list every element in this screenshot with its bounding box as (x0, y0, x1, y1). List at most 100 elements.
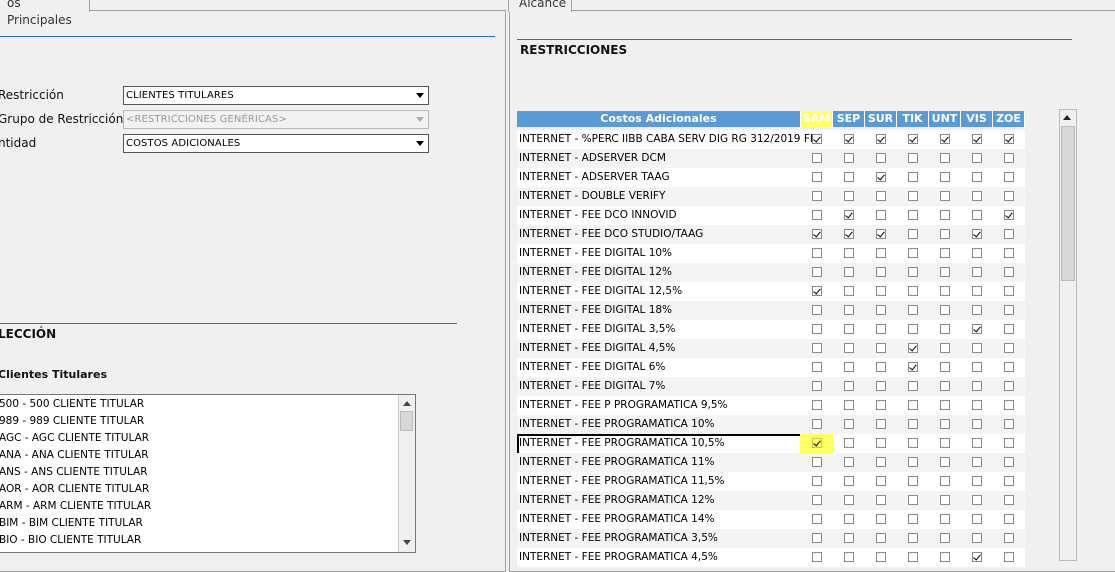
checkbox-tik[interactable] (908, 343, 918, 353)
checkbox-zoe[interactable] (1004, 172, 1014, 182)
checkbox-unt[interactable] (940, 381, 950, 391)
grid-header-costos[interactable]: Costos Adicionales (517, 111, 801, 127)
chevron-down-icon[interactable] (416, 141, 424, 146)
checkbox-sur[interactable] (876, 229, 886, 239)
grid-header-zoe[interactable]: ZOE (993, 111, 1025, 127)
tab-alcance[interactable]: Alcance (508, 0, 572, 12)
chevron-down-icon[interactable] (416, 117, 424, 122)
clientes-listbox[interactable]: 500 - 500 CLIENTE TITULAR 989 - 989 CLIEN… (0, 394, 416, 553)
scroll-up-icon[interactable] (1063, 115, 1071, 120)
checkbox-tik[interactable] (908, 229, 918, 239)
checkbox-vis[interactable] (972, 514, 982, 524)
checkbox-sur[interactable] (876, 419, 886, 429)
checkbox-vis[interactable] (972, 248, 982, 258)
checkbox-sep[interactable] (844, 400, 854, 410)
list-item[interactable]: ANS - ANS CLIENTE TITULAR (0, 464, 148, 481)
checkbox-zoe[interactable] (1004, 552, 1014, 562)
checkbox-sep[interactable] (844, 495, 854, 505)
checkbox-tik[interactable] (908, 457, 918, 467)
checkbox-sep[interactable] (844, 191, 854, 201)
checkbox-sam[interactable] (812, 248, 822, 258)
list-item[interactable]: 989 - 989 CLIENTE TITULAR (0, 413, 144, 430)
scroll-thumb[interactable] (1061, 126, 1075, 281)
checkbox-sam[interactable] (812, 324, 822, 334)
checkbox-sam[interactable] (812, 153, 822, 163)
checkbox-unt[interactable] (940, 400, 950, 410)
checkbox-sep[interactable] (844, 248, 854, 258)
table-row[interactable]: INTERNET - FEE DIGITAL 10% (517, 244, 1025, 263)
checkbox-sam[interactable] (812, 419, 822, 429)
checkbox-zoe[interactable] (1004, 400, 1014, 410)
checkbox-unt[interactable] (940, 476, 950, 486)
checkbox-vis[interactable] (972, 229, 982, 239)
checkbox-zoe[interactable] (1004, 324, 1014, 334)
checkbox-sam[interactable] (812, 438, 822, 448)
chevron-down-icon[interactable] (416, 93, 424, 98)
checkbox-tik[interactable] (908, 381, 918, 391)
checkbox-tik[interactable] (908, 248, 918, 258)
grid-header-sam[interactable]: SAM (801, 111, 833, 127)
list-item[interactable]: AOR - AOR CLIENTE TITULAR (0, 481, 149, 498)
checkbox-vis[interactable] (972, 400, 982, 410)
checkbox-sep[interactable] (844, 305, 854, 315)
checkbox-unt[interactable] (940, 267, 950, 277)
checkbox-sam[interactable] (812, 533, 822, 543)
checkbox-vis[interactable] (972, 438, 982, 448)
checkbox-sam[interactable] (812, 343, 822, 353)
checkbox-zoe[interactable] (1004, 134, 1014, 144)
checkbox-zoe[interactable] (1004, 248, 1014, 258)
table-row[interactable]: INTERNET - %PERC IIBB CABA SERV DIG RG 3… (517, 130, 1025, 149)
checkbox-tik[interactable] (908, 305, 918, 315)
checkbox-unt[interactable] (940, 134, 950, 144)
checkbox-tik[interactable] (908, 514, 918, 524)
checkbox-sep[interactable] (844, 533, 854, 543)
checkbox-vis[interactable] (972, 419, 982, 429)
checkbox-sep[interactable] (844, 419, 854, 429)
table-row[interactable]: INTERNET - FEE DIGITAL 18% (517, 301, 1025, 320)
grid-scrollbar[interactable] (1059, 109, 1077, 561)
checkbox-tik[interactable] (908, 552, 918, 562)
checkbox-sam[interactable] (812, 400, 822, 410)
checkbox-zoe[interactable] (1004, 419, 1014, 429)
checkbox-vis[interactable] (972, 381, 982, 391)
checkbox-sam[interactable] (812, 191, 822, 201)
checkbox-vis[interactable] (972, 552, 982, 562)
checkbox-unt[interactable] (940, 495, 950, 505)
checkbox-zoe[interactable] (1004, 533, 1014, 543)
checkbox-unt[interactable] (940, 229, 950, 239)
list-item[interactable]: AGC - AGC CLIENTE TITULAR (0, 430, 149, 447)
checkbox-sep[interactable] (844, 267, 854, 277)
table-row[interactable]: INTERNET - FEE DCO INNOVID (517, 206, 1025, 225)
table-row[interactable]: INTERNET - FEE DCO STUDIO/TAAG (517, 225, 1025, 244)
checkbox-sur[interactable] (876, 400, 886, 410)
checkbox-zoe[interactable] (1004, 286, 1014, 296)
checkbox-sur[interactable] (876, 438, 886, 448)
checkbox-zoe[interactable] (1004, 267, 1014, 277)
scroll-down-icon[interactable] (403, 540, 411, 545)
checkbox-unt[interactable] (940, 457, 950, 467)
restriccion-select[interactable]: CLIENTES TITULARES (123, 86, 429, 105)
scroll-up-icon[interactable] (403, 401, 411, 406)
clientes-scrollbar[interactable] (398, 395, 415, 552)
checkbox-unt[interactable] (940, 343, 950, 353)
table-row[interactable]: INTERNET - FEE PROGRAMATICA 10,5% (517, 434, 1025, 455)
checkbox-sam[interactable] (812, 495, 822, 505)
checkbox-tik[interactable] (908, 476, 918, 486)
checkbox-sur[interactable] (876, 153, 886, 163)
checkbox-vis[interactable] (972, 267, 982, 277)
list-item[interactable]: BIM - BIM CLIENTE TITULAR (0, 515, 143, 532)
checkbox-unt[interactable] (940, 210, 950, 220)
table-row[interactable]: INTERNET - DOUBLE VERIFY (517, 187, 1025, 206)
table-row[interactable]: INTERNET - FEE DIGITAL 6% (517, 358, 1025, 377)
checkbox-sam[interactable] (812, 362, 822, 372)
checkbox-vis[interactable] (972, 191, 982, 201)
checkbox-sep[interactable] (844, 134, 854, 144)
grid-header-unt[interactable]: UNT (929, 111, 961, 127)
checkbox-tik[interactable] (908, 286, 918, 296)
checkbox-sam[interactable] (812, 305, 822, 315)
checkbox-tik[interactable] (908, 134, 918, 144)
checkbox-sur[interactable] (876, 324, 886, 334)
checkbox-sam[interactable] (812, 210, 822, 220)
checkbox-vis[interactable] (972, 476, 982, 486)
checkbox-sam[interactable] (812, 381, 822, 391)
